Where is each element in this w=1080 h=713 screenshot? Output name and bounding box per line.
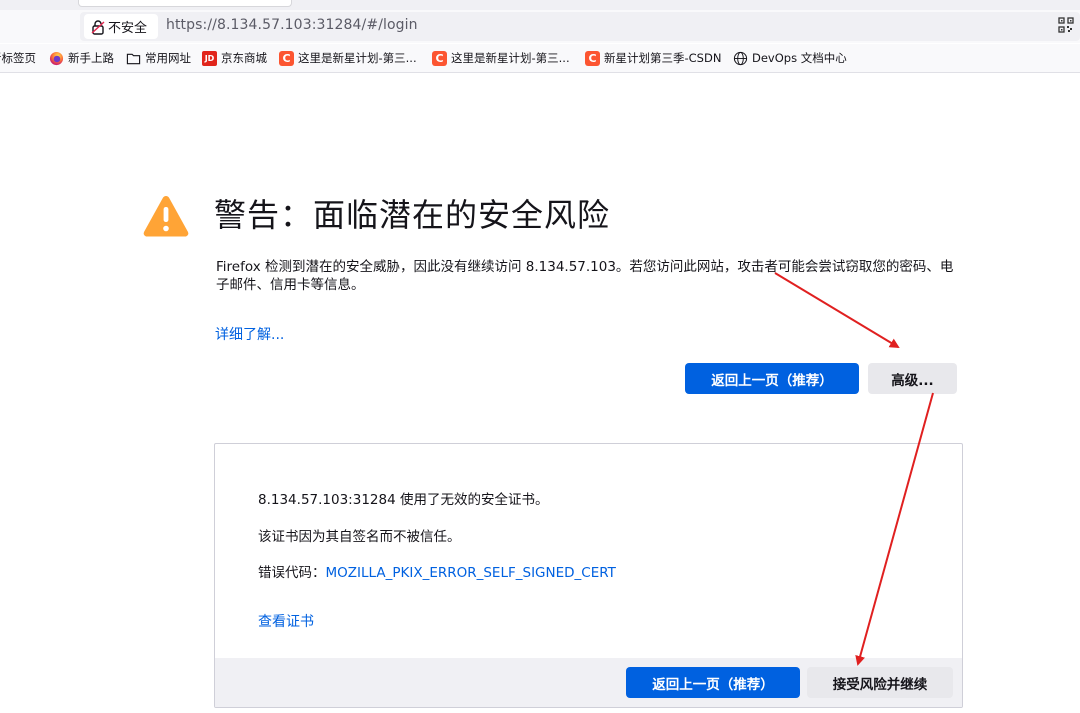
globe-icon xyxy=(733,51,748,65)
error-code-row: 错误代码：MOZILLA_PKIX_ERROR_SELF_SIGNED_CERT xyxy=(258,561,616,581)
go-back-button-advanced[interactable]: 返回上一页（推荐） xyxy=(626,667,800,698)
learn-more-link[interactable]: 详细了解... xyxy=(215,324,284,344)
advanced-panel: 8.134.57.103:31284 使用了无效的安全证书。 该证书因为其自签名… xyxy=(214,443,963,708)
bookmark-label: 京东商城 xyxy=(221,51,267,65)
bookmark-csdn-2[interactable]: C 这里是新星计划-第三... xyxy=(432,49,570,67)
bookmark-label: 这里是新星计划-第三... xyxy=(298,51,417,65)
site-identity-button[interactable]: 不安全 xyxy=(84,14,158,39)
bookmark-label: 这里是新星计划-第三... xyxy=(451,51,570,65)
insecure-label: 不安全 xyxy=(108,21,148,36)
qr-code-icon[interactable] xyxy=(1058,17,1074,33)
bookmark-getting-started[interactable]: 新手上路 xyxy=(49,49,114,67)
bookmark-devops[interactable]: DevOps 文档中心 xyxy=(733,49,847,67)
bookmark-jd[interactable]: JD 京东商城 xyxy=(202,49,267,67)
accept-risk-button[interactable]: 接受风险并继续 xyxy=(807,667,953,698)
go-back-button[interactable]: 返回上一页（推荐） xyxy=(685,363,859,394)
bookmark-label: 新手上路 xyxy=(68,51,114,65)
bookmark-csdn-3[interactable]: C 新星计划第三季-CSDN xyxy=(585,49,721,67)
bookmark-label: 常用网址 xyxy=(145,51,191,65)
jd-icon: JD xyxy=(202,50,217,66)
warning-icon xyxy=(143,196,189,237)
active-tab[interactable] xyxy=(78,0,292,7)
folder-icon xyxy=(126,53,141,64)
bookmark-csdn-1[interactable]: C 这里是新星计划-第三... xyxy=(279,49,417,67)
bookmark-folder-common[interactable]: 常用网址 xyxy=(126,49,191,67)
csdn-icon: C xyxy=(585,50,600,66)
bookmark-new-tab[interactable]: 新标签页 xyxy=(0,49,36,67)
error-code-link[interactable]: MOZILLA_PKIX_ERROR_SELF_SIGNED_CERT xyxy=(326,565,616,581)
bookmark-label: DevOps 文档中心 xyxy=(752,51,847,65)
page-title: 警告：面临潜在的安全风险 xyxy=(214,196,611,234)
bookmark-label: 新星计划第三季-CSDN xyxy=(604,51,722,65)
bookmark-label: 新标签页 xyxy=(0,51,36,65)
firefox-icon xyxy=(49,51,64,65)
error-description: Firefox 检测到潜在的安全威胁，因此没有继续访问 8.134.57.103… xyxy=(216,259,954,293)
error-code-label: 错误代码： xyxy=(258,565,326,581)
advanced-button[interactable]: 高级... xyxy=(868,363,957,394)
view-certificate-link[interactable]: 查看证书 xyxy=(258,611,314,631)
insecure-lock-icon xyxy=(91,19,105,35)
csdn-icon: C xyxy=(432,50,447,66)
invalid-cert-message: 8.134.57.103:31284 使用了无效的安全证书。 xyxy=(258,492,549,508)
csdn-icon: C xyxy=(279,50,294,66)
self-signed-message: 该证书因为其自签名而不被信任。 xyxy=(258,529,461,545)
url-text[interactable]: https://8.134.57.103:31284/#/login xyxy=(166,17,418,33)
bookmarks-toolbar: 新标签页 新手上路 常用网址 JD 京东商城 C 这里是新星计划-第三... C… xyxy=(0,44,1080,73)
